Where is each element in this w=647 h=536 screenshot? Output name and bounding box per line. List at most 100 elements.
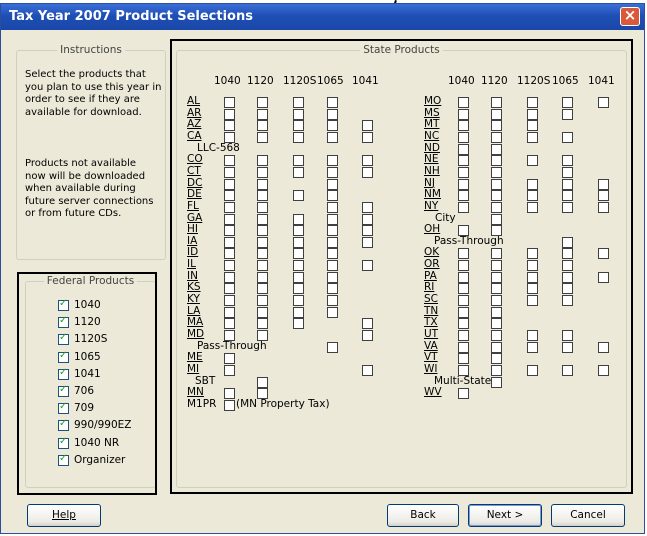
state-product-checkbox[interactable]: [327, 178, 338, 190]
state-product-checkbox[interactable]: [458, 97, 469, 108]
state-product-checkbox[interactable]: [224, 120, 235, 132]
state-product-checkbox[interactable]: [293, 260, 304, 272]
state-product-checkbox[interactable]: [458, 166, 469, 178]
state-product-checkbox[interactable]: [362, 120, 373, 132]
state-product-checkbox[interactable]: [458, 143, 469, 155]
state-product-checkbox[interactable]: [598, 178, 609, 190]
state-product-checkbox[interactable]: [224, 213, 235, 225]
state-product-checkbox[interactable]: [562, 295, 573, 307]
state-product-checkbox[interactable]: [527, 330, 538, 341]
state-product-checkbox[interactable]: [257, 306, 268, 318]
state-product-checkbox[interactable]: [257, 108, 268, 120]
state-product-checkbox[interactable]: [598, 248, 609, 260]
state-product-checkbox[interactable]: [327, 190, 338, 202]
state-product-checkbox[interactable]: [224, 201, 235, 213]
state-product-checkbox[interactable]: [224, 364, 235, 376]
state-product-checkbox[interactable]: [491, 271, 502, 283]
state-product-checkbox[interactable]: [527, 201, 538, 213]
state-product-checkbox[interactable]: [562, 97, 573, 108]
state-product-checkbox[interactable]: [257, 155, 268, 167]
state-product-checkbox[interactable]: [327, 236, 338, 248]
state-product-checkbox[interactable]: [257, 120, 268, 132]
state-product-checkbox[interactable]: [224, 178, 235, 190]
state-product-checkbox[interactable]: [491, 364, 502, 376]
state-product-checkbox[interactable]: [458, 306, 469, 318]
state-product-checkbox[interactable]: [598, 341, 609, 353]
state-product-checkbox[interactable]: [527, 341, 538, 353]
state-product-checkbox[interactable]: [458, 330, 469, 341]
state-product-checkbox[interactable]: [491, 376, 502, 388]
state-product-checkbox[interactable]: [257, 131, 268, 143]
state-product-checkbox[interactable]: [293, 97, 304, 108]
state-product-checkbox[interactable]: [491, 178, 502, 190]
state-product-checkbox[interactable]: [598, 271, 609, 283]
state-product-checkbox[interactable]: [491, 283, 502, 295]
state-product-checkbox[interactable]: [598, 97, 609, 108]
state-product-checkbox[interactable]: [224, 190, 235, 202]
state-product-checkbox[interactable]: [327, 108, 338, 120]
state-product-checkbox[interactable]: [362, 260, 373, 272]
state-product-checkbox[interactable]: [362, 166, 373, 178]
state-product-checkbox[interactable]: [224, 399, 235, 411]
state-product-checkbox[interactable]: [491, 120, 502, 132]
state-product-checkbox[interactable]: [562, 260, 573, 272]
state-product-checkbox[interactable]: [527, 178, 538, 190]
close-button[interactable]: ×: [620, 7, 640, 26]
state-product-checkbox[interactable]: [224, 306, 235, 318]
state-product-checkbox[interactable]: [527, 131, 538, 143]
state-product-checkbox[interactable]: [491, 143, 502, 155]
state-product-checkbox[interactable]: [224, 97, 235, 108]
state-product-checkbox[interactable]: [327, 155, 338, 167]
help-button[interactable]: Help: [27, 504, 101, 527]
state-product-checkbox[interactable]: [224, 155, 235, 167]
state-product-checkbox[interactable]: [257, 260, 268, 272]
state-product-checkbox[interactable]: [257, 248, 268, 260]
state-product-checkbox[interactable]: [224, 283, 235, 295]
state-product-checkbox[interactable]: [458, 155, 469, 167]
state-product-checkbox[interactable]: [491, 201, 502, 213]
state-product-checkbox[interactable]: [362, 131, 373, 143]
state-product-checkbox[interactable]: [527, 260, 538, 272]
state-product-checkbox[interactable]: [562, 155, 573, 167]
state-product-checkbox[interactable]: [293, 283, 304, 295]
state-product-checkbox[interactable]: [257, 295, 268, 307]
state-product-checkbox[interactable]: [257, 213, 268, 225]
state-product-checkbox[interactable]: [293, 248, 304, 260]
state-product-checkbox[interactable]: [327, 248, 338, 260]
state-product-checkbox[interactable]: [327, 271, 338, 283]
state-product-checkbox[interactable]: [598, 364, 609, 376]
state-product-checkbox[interactable]: [257, 318, 268, 330]
state-product-checkbox[interactable]: [327, 213, 338, 225]
state-product-checkbox[interactable]: [562, 330, 573, 341]
state-product-checkbox[interactable]: [293, 190, 304, 202]
state-product-checkbox[interactable]: [458, 271, 469, 283]
state-product-checkbox[interactable]: [327, 131, 338, 143]
state-product-checkbox[interactable]: [224, 295, 235, 307]
state-product-checkbox[interactable]: [458, 260, 469, 272]
state-product-checkbox[interactable]: [562, 236, 573, 248]
state-product-checkbox[interactable]: [458, 318, 469, 330]
state-product-checkbox[interactable]: [527, 120, 538, 132]
state-product-checkbox[interactable]: [491, 341, 502, 353]
state-product-checkbox[interactable]: [562, 201, 573, 213]
state-product-checkbox[interactable]: [327, 97, 338, 108]
state-product-checkbox[interactable]: [257, 376, 268, 388]
state-product-checkbox[interactable]: [224, 166, 235, 178]
state-product-checkbox[interactable]: [293, 131, 304, 143]
state-product-checkbox[interactable]: [362, 213, 373, 225]
state-product-checkbox[interactable]: [327, 341, 338, 353]
state-product-checkbox[interactable]: [491, 155, 502, 167]
state-product-checkbox[interactable]: [257, 283, 268, 295]
state-product-checkbox[interactable]: [327, 260, 338, 272]
state-product-checkbox[interactable]: [458, 201, 469, 213]
state-product-checkbox[interactable]: [293, 306, 304, 318]
state-product-checkbox[interactable]: [527, 364, 538, 376]
state-product-checkbox[interactable]: [562, 190, 573, 202]
state-product-checkbox[interactable]: [327, 306, 338, 318]
state-product-checkbox[interactable]: [527, 155, 538, 167]
state-product-checkbox[interactable]: [257, 178, 268, 190]
state-product-checkbox[interactable]: [458, 190, 469, 202]
next-button[interactable]: Next >: [468, 504, 542, 527]
state-product-checkbox[interactable]: [327, 166, 338, 178]
state-product-checkbox[interactable]: [458, 295, 469, 307]
